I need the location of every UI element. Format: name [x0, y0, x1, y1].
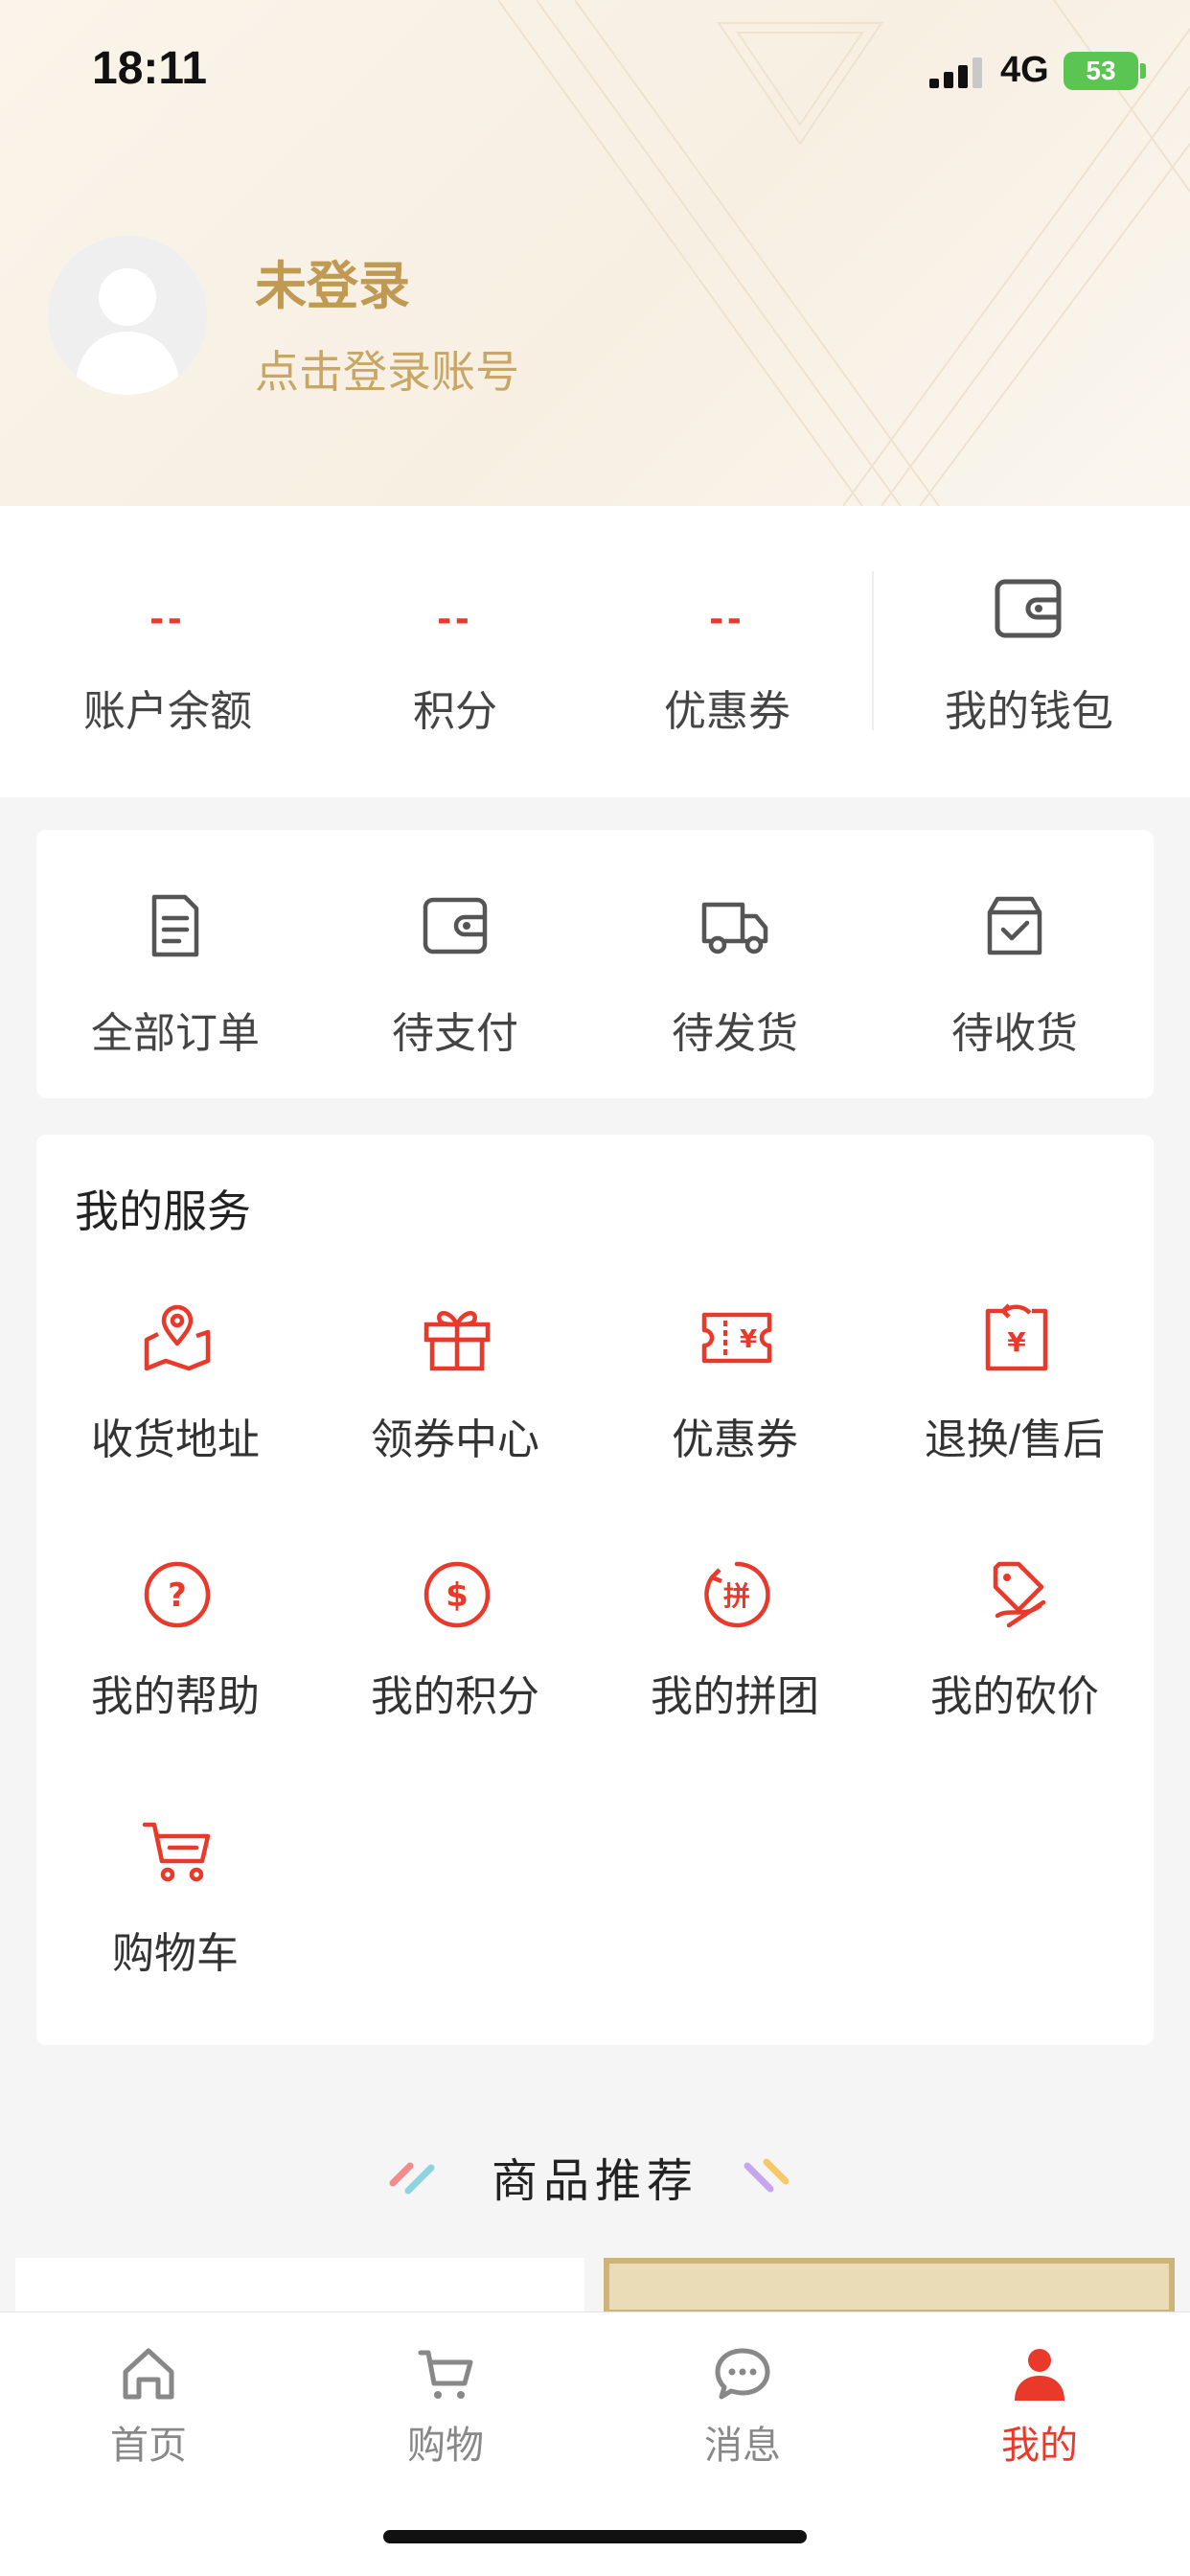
- svg-text:¥: ¥: [740, 1325, 757, 1354]
- service-group-buy[interactable]: 拼 我的拼团: [596, 1558, 874, 1788]
- wallet-icon[interactable]: [995, 579, 1062, 638]
- service-refund[interactable]: ¥ 退换/售后: [876, 1301, 1154, 1531]
- avatar[interactable]: [48, 236, 207, 395]
- help-icon: ?: [144, 1561, 211, 1628]
- service-label: 退换/售后: [924, 1416, 1106, 1463]
- product-card[interactable]: [604, 2258, 1175, 2315]
- stat-coupons[interactable]: -- 优惠券: [598, 506, 857, 797]
- service-label: 领券中心: [371, 1416, 539, 1463]
- status-time: 18:11: [92, 43, 208, 94]
- battery-tip: [1140, 63, 1146, 79]
- svg-text:$: $: [446, 1576, 469, 1615]
- tab-messages[interactable]: 消息: [594, 2334, 891, 2477]
- service-help[interactable]: ? 我的帮助: [36, 1558, 314, 1788]
- service-label: 优惠券: [672, 1416, 798, 1463]
- network-type: 4G: [1000, 50, 1049, 90]
- tab-home[interactable]: 首页: [0, 2334, 297, 2477]
- refund-icon: ¥: [985, 1303, 1048, 1371]
- order-pending-shipment[interactable]: 待发货: [596, 830, 874, 1098]
- order-label: 全部订单: [91, 1010, 260, 1057]
- stat-value: --: [709, 594, 745, 641]
- divider: [872, 571, 874, 730]
- gift-icon: [423, 1311, 491, 1371]
- service-label: 购物车: [112, 1930, 239, 1977]
- order-list-icon: [151, 894, 199, 957]
- svg-text:?: ?: [168, 1576, 187, 1615]
- signal-icon: [929, 58, 982, 88]
- service-label: 我的砍价: [930, 1673, 1099, 1720]
- service-coupon-center[interactable]: 领券中心: [316, 1301, 594, 1531]
- bargain-tag-icon: [993, 1561, 1046, 1628]
- user-name[interactable]: 未登录: [255, 243, 410, 319]
- coupon-icon: ¥: [701, 1312, 772, 1364]
- svg-text:¥: ¥: [1007, 1326, 1026, 1358]
- chat-icon: [715, 2348, 770, 2400]
- tab-label: 购物: [407, 2425, 484, 2467]
- user-icon: [1015, 2349, 1064, 2401]
- login-hint[interactable]: 点击登录账号: [255, 337, 519, 401]
- home-indicator: [383, 2530, 807, 2543]
- service-label: 收货地址: [91, 1416, 260, 1463]
- order-label: 待收货: [951, 1010, 1078, 1057]
- service-label: 我的积分: [371, 1673, 539, 1720]
- stat-label: 账户余额: [83, 688, 252, 735]
- service-coupons[interactable]: ¥ 优惠券: [596, 1301, 874, 1531]
- truck-icon: [701, 902, 768, 954]
- stat-value: --: [437, 594, 473, 641]
- status-bar: 18:11 4G 53: [0, 0, 1190, 144]
- services-title: 我的服务: [75, 1186, 251, 1236]
- dollar-icon: $: [423, 1561, 491, 1628]
- tab-label: 我的: [1001, 2425, 1078, 2467]
- order-label: 待发货: [672, 1010, 798, 1057]
- tab-shopping[interactable]: 购物: [297, 2334, 594, 2477]
- cart-icon: [418, 2350, 473, 2399]
- cart-icon: [142, 1822, 211, 1882]
- service-cart[interactable]: 购物车: [36, 1815, 314, 2045]
- services-card: 我的服务 收货地址 领券中心 ¥ 优惠券 ¥ 退换/售后 ? 我的帮助 $ 我的…: [36, 1135, 1154, 2045]
- recommend-decoration-right: [744, 2158, 790, 2193]
- order-pending-receipt[interactable]: 待收货: [876, 830, 1154, 1098]
- avatar-placeholder-icon: [75, 268, 180, 395]
- wallet-icon: [423, 897, 488, 954]
- tab-mine[interactable]: 我的: [891, 2334, 1188, 2477]
- box-check-icon: [987, 896, 1042, 955]
- profile-header: 18:11 4G 53 未登录 点击登录账号: [0, 0, 1190, 506]
- wallet-label[interactable]: 我的钱包: [901, 677, 1157, 738]
- location-map-icon: [144, 1304, 211, 1371]
- battery-icon: 53: [1064, 52, 1138, 90]
- stat-balance[interactable]: -- 账户余额: [38, 506, 297, 797]
- service-address[interactable]: 收货地址: [36, 1301, 314, 1531]
- svg-text:拼: 拼: [723, 1580, 750, 1612]
- order-all[interactable]: 全部订单: [36, 830, 314, 1098]
- recommend-title: 商品推荐: [491, 2156, 698, 2207]
- service-points[interactable]: $ 我的积分: [316, 1558, 594, 1788]
- stat-label: 积分: [413, 688, 497, 735]
- account-stats: -- 账户余额 -- 积分 -- 优惠券: [0, 506, 1190, 797]
- service-label: 我的拼团: [651, 1673, 819, 1720]
- order-pending-payment[interactable]: 待支付: [316, 830, 594, 1098]
- order-label: 待支付: [392, 1010, 518, 1057]
- stat-value: --: [149, 594, 186, 641]
- group-buy-icon: 拼: [704, 1561, 770, 1628]
- service-label: 我的帮助: [91, 1673, 260, 1720]
- orders-card: 全部订单 待支付 待发货 待收货: [36, 830, 1154, 1098]
- service-bargain[interactable]: 我的砍价: [876, 1558, 1154, 1788]
- battery-level: 53: [1086, 56, 1116, 85]
- home-icon: [123, 2348, 174, 2400]
- tab-label: 消息: [704, 2425, 781, 2467]
- stat-label: 优惠券: [664, 688, 790, 735]
- tab-label: 首页: [110, 2425, 187, 2467]
- stat-points[interactable]: -- 积分: [326, 506, 584, 797]
- product-card[interactable]: [15, 2258, 584, 2315]
